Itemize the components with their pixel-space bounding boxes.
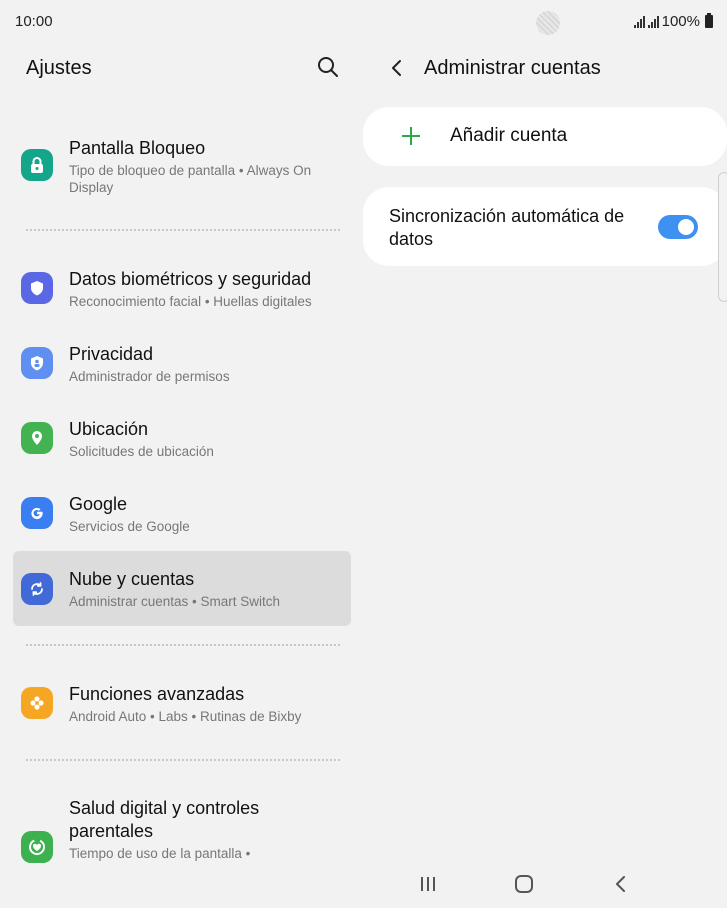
battery-icon: [705, 13, 713, 28]
settings-pane: Ajustes Pantalla Bloqueo Tipo de bloqueo…: [0, 44, 363, 864]
settings-item-location[interactable]: Ubicación Solicitudes de ubicación: [13, 409, 351, 467]
edge-panel-handle[interactable]: [718, 172, 727, 302]
settings-item-subtitle: Solicitudes de ubicación: [69, 444, 214, 459]
accounts-title: Administrar cuentas: [424, 57, 601, 79]
auto-sync-label: Sincronización automática de datos: [389, 206, 625, 249]
search-icon[interactable]: [316, 55, 340, 79]
settings-item-title: Privacidad: [69, 344, 154, 364]
battery-percent: 100%: [661, 13, 700, 30]
status-indicators: 100%: [633, 13, 713, 30]
location-icon: [21, 422, 53, 454]
settings-item-title: Pantalla Bloqueo: [69, 138, 206, 158]
page-title: Ajustes: [26, 57, 92, 79]
plus-icon: [402, 127, 420, 145]
recents-icon: [421, 877, 435, 891]
digital-wellbeing-icon: [21, 831, 53, 863]
add-account-label: Añadir cuenta: [450, 125, 568, 146]
settings-item-biometrics[interactable]: Datos biométricos y seguridad Reconocimi…: [13, 259, 351, 317]
settings-item-advanced-features[interactable]: Funciones avanzadas Android Auto • Labs …: [13, 674, 351, 732]
auto-sync-toggle[interactable]: [658, 215, 698, 239]
google-icon: [21, 497, 53, 529]
front-camera: [536, 11, 560, 35]
settings-item-lock-screen[interactable]: Pantalla Bloqueo Tipo de bloqueo de pant…: [13, 128, 351, 200]
settings-item-title: Ubicación: [69, 419, 149, 439]
settings-item-title: Salud digital y controles parentales: [69, 798, 260, 841]
lock-icon: [21, 149, 53, 181]
settings-item-subtitle: Reconocimiento facial • Huellas digitale…: [69, 294, 312, 309]
back-icon: [616, 876, 625, 892]
settings-item-cloud-accounts[interactable]: Nube y cuentas Administrar cuentas • Sma…: [13, 551, 351, 626]
settings-item-subtitle: Android Auto • Labs • Rutinas de Bixby: [69, 709, 302, 724]
settings-item-title: Funciones avanzadas: [69, 684, 245, 704]
privacy-icon: [21, 347, 53, 379]
shield-icon: [21, 272, 53, 304]
accounts-pane: Administrar cuentas Añadir cuenta Sincro…: [363, 44, 727, 864]
toggle-knob: [676, 217, 696, 237]
navigation-bar: [363, 864, 727, 908]
settings-item-title: Datos biométricos y seguridad: [69, 269, 312, 289]
home-icon: [515, 875, 533, 893]
settings-item-title: Nube y cuentas: [69, 569, 195, 589]
settings-item-google[interactable]: Google Servicios de Google: [13, 484, 351, 542]
status-time: 10:00: [15, 13, 53, 30]
sync-icon: [21, 573, 53, 605]
settings-item-subtitle: Administrar cuentas • Smart Switch: [69, 594, 281, 609]
signal-icon: [633, 15, 645, 28]
settings-item-title: Google: [69, 494, 128, 514]
settings-item-digital-wellbeing[interactable]: Salud digital y controles parentales Tie…: [13, 787, 351, 864]
divider: [26, 644, 340, 646]
status-bar: 10:00 100%: [0, 0, 727, 44]
back-button[interactable]: [606, 872, 636, 896]
gear-flower-icon: [21, 687, 53, 719]
settings-item-subtitle: Tipo de bloqueo de pantalla • Always On …: [69, 163, 312, 195]
back-arrow-icon[interactable]: [387, 56, 407, 80]
auto-sync-row[interactable]: Sincronización automática de datos: [363, 187, 727, 266]
divider: [26, 229, 340, 231]
recent-apps-button[interactable]: [413, 872, 443, 896]
divider: [26, 759, 340, 761]
settings-item-subtitle: Administrador de permisos: [69, 369, 230, 384]
add-account-button[interactable]: Añadir cuenta: [363, 107, 727, 166]
home-button[interactable]: [509, 872, 539, 896]
settings-item-subtitle: Servicios de Google: [69, 519, 190, 534]
settings-item-subtitle: Tiempo de uso de la pantalla •: [69, 846, 251, 861]
settings-item-privacy[interactable]: Privacidad Administrador de permisos: [13, 334, 351, 392]
signal-icon: [647, 15, 659, 28]
